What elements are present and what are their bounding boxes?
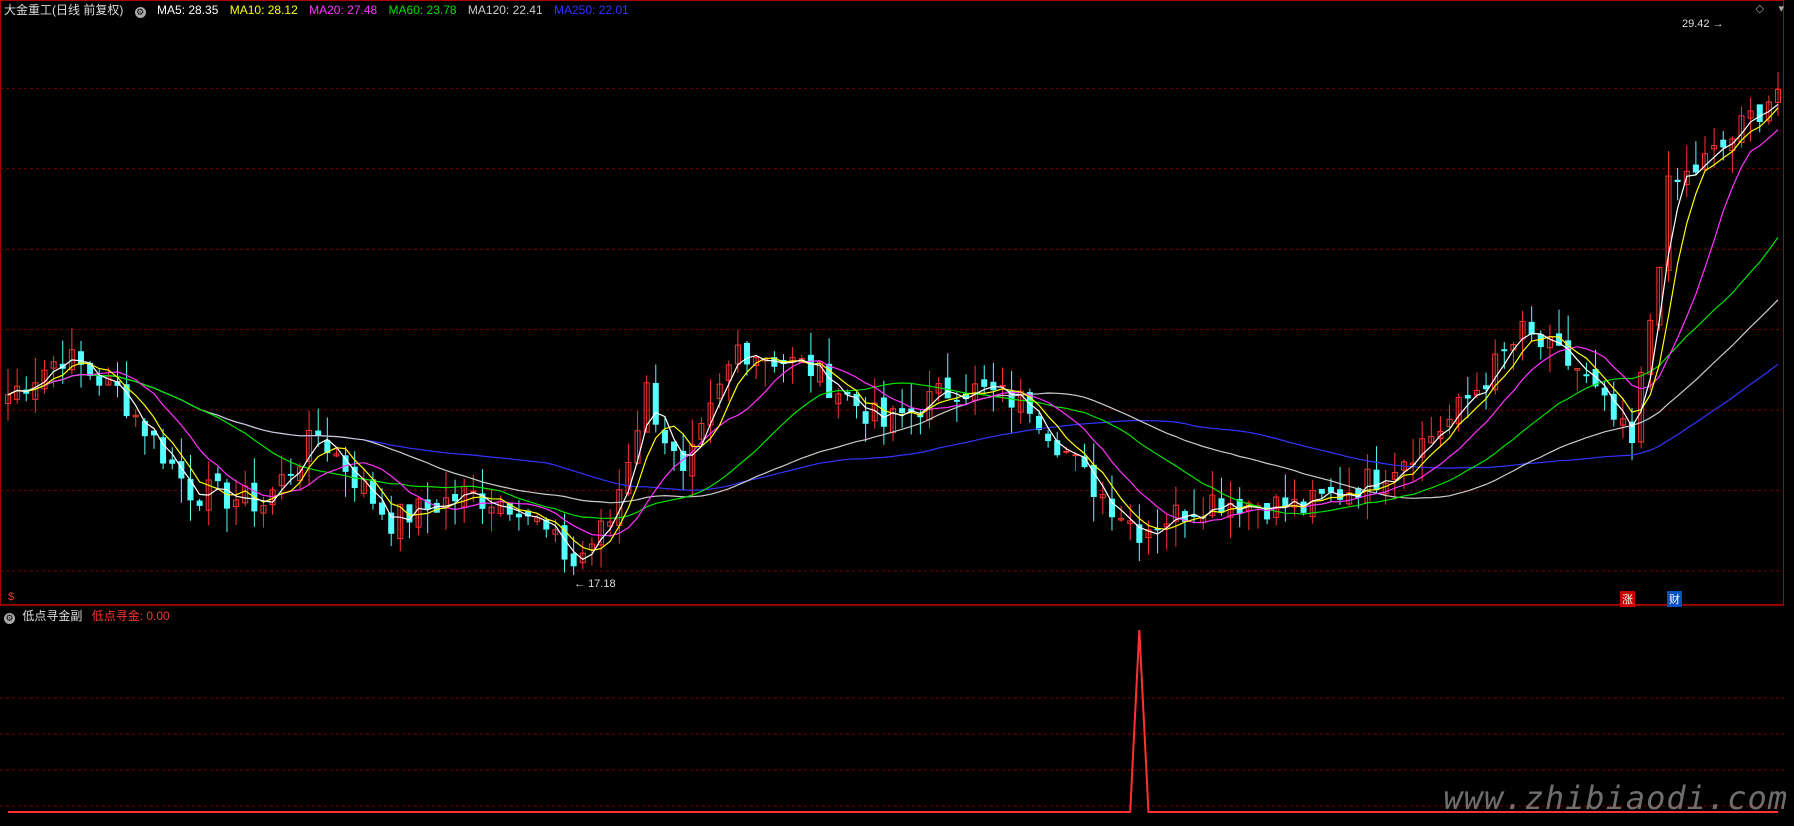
candle-down — [880, 397, 887, 427]
ma250-legend: MA250: 22.01 — [553, 3, 629, 17]
candlestick-chart[interactable] — [0, 0, 1794, 821]
sub-panel-title[interactable]: 低点寻金副 — [22, 609, 82, 623]
candle-down — [899, 408, 906, 414]
stock-chart-window: 大金重工(日线 前复权) ⚙ MA5: 28.35 MA10: 28.12 MA… — [0, 0, 1794, 821]
diamond-icon[interactable]: ◇ — [1756, 2, 1764, 15]
rise-tag[interactable]: 涨 — [1620, 591, 1635, 607]
low-price-label: ← 17.18 — [574, 578, 616, 590]
ma120-legend: MA120: 22.41 — [467, 3, 543, 17]
candle-down — [1692, 164, 1699, 173]
candle-down — [1464, 395, 1471, 399]
candle-up — [1063, 450, 1070, 453]
candle-down — [214, 473, 221, 482]
price-marker: $ — [8, 591, 15, 603]
candle-down — [990, 381, 997, 391]
candle-down — [1035, 416, 1042, 431]
settings-gear-icon[interactable]: ⚙ — [134, 7, 146, 18]
candle-down — [862, 411, 869, 424]
candle-down — [1045, 433, 1052, 442]
finance-tag[interactable]: 财 — [1667, 591, 1682, 607]
main-chart-header: 大金重工(日线 前复权) ⚙ MA5: 28.35 MA10: 28.12 MA… — [4, 1, 637, 18]
candle-down — [744, 342, 751, 365]
candle-down — [96, 375, 103, 386]
ma5-legend: MA5: 28.35 — [157, 3, 219, 17]
candle-down — [1218, 498, 1225, 513]
candle-down — [1756, 104, 1763, 123]
ma120-line — [7, 299, 1779, 504]
candle-down — [671, 441, 678, 451]
chevron-down-icon[interactable]: ▾ — [1778, 2, 1784, 15]
candle-down — [1318, 488, 1325, 494]
candle-up — [999, 384, 1006, 387]
ma5-line — [7, 103, 1779, 561]
candle-down — [169, 459, 176, 464]
candle-down — [315, 430, 322, 436]
candle-down — [1327, 486, 1334, 493]
candle-down — [1720, 139, 1727, 148]
candle-down — [287, 473, 294, 476]
watermark: www.zhibiaodi.com — [1443, 779, 1788, 817]
candle-down — [515, 513, 522, 518]
candle-down — [342, 455, 349, 472]
candle-down — [1483, 385, 1490, 390]
candle-down — [1373, 469, 1380, 491]
candle-down — [944, 377, 951, 399]
candle-down — [1583, 374, 1590, 377]
candle-down — [570, 553, 577, 567]
candle-down — [379, 502, 386, 515]
candle-down — [223, 482, 230, 509]
candle-down — [1537, 334, 1544, 348]
ma10-legend: MA10: 28.12 — [229, 3, 298, 17]
ma20-line — [7, 129, 1779, 537]
candle-down — [1674, 179, 1681, 183]
ma60-legend: MA60: 23.78 — [388, 3, 457, 17]
candle-down — [196, 500, 203, 506]
candle-down — [807, 354, 814, 377]
ma60-line — [7, 237, 1779, 519]
indicator-value: 低点寻金: 0.00 — [91, 609, 170, 623]
sub-panel-header: ⚙ 低点寻金副 低点寻金: 0.00 — [4, 607, 170, 624]
main-panel-frame — [0, 0, 1784, 605]
candle-down — [953, 399, 960, 402]
sub-settings-gear-icon[interactable]: ⚙ — [4, 613, 15, 624]
candle-down — [981, 379, 988, 387]
candle-down — [652, 382, 659, 425]
high-price-label: 29.42 → — [1682, 18, 1724, 30]
candle-down — [661, 429, 668, 444]
candle-down — [433, 502, 440, 513]
candle-down — [1501, 349, 1508, 352]
ma20-legend: MA20: 27.48 — [309, 3, 378, 17]
stock-title[interactable]: 大金重工(日线 前复权) — [4, 3, 123, 17]
candle-down — [1528, 321, 1535, 335]
candle-down — [452, 494, 459, 502]
